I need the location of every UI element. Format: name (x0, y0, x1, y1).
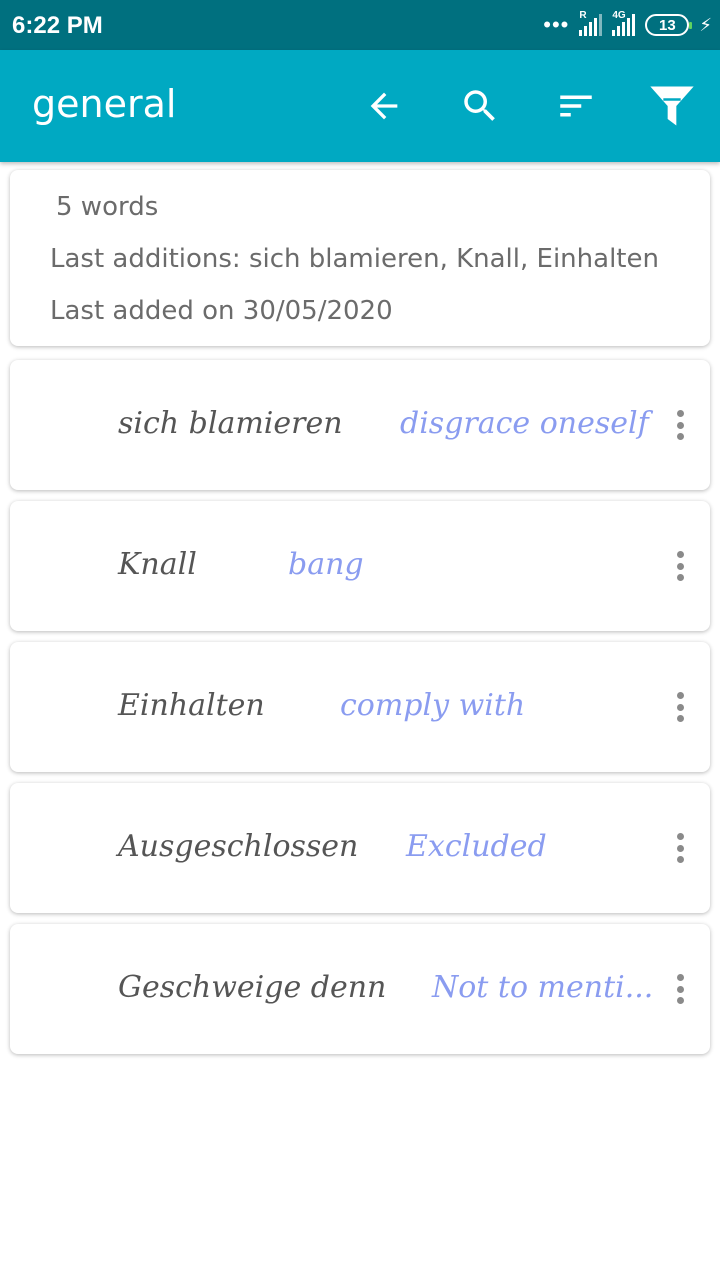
battery-level: 13 (659, 16, 676, 34)
word-card[interactable]: Knall bang (10, 501, 710, 631)
word-translation: disgrace oneself (400, 406, 649, 441)
word-term: Geschweige denn (118, 970, 387, 1005)
more-options-button[interactable] (668, 692, 692, 722)
word-term: Einhalten (118, 688, 265, 723)
battery-icon: 13 (645, 14, 693, 36)
summary-card: 5 words Last additions: sich blamieren, … (10, 170, 710, 346)
word-term: Knall (118, 547, 197, 582)
more-vert-icon (676, 833, 684, 840)
status-bar: 6:22 PM ••• R 4G 13 ⚡ (0, 0, 720, 50)
last-additions: Last additions: sich blamieren, Knall, E… (50, 244, 659, 274)
word-translation: Not to menti... (432, 970, 654, 1005)
last-added-date: Last added on 30/05/2020 (50, 296, 393, 326)
status-indicators: ••• R 4G 13 ⚡ (543, 10, 712, 40)
more-options-button[interactable] (668, 410, 692, 440)
word-term: sich blamieren (118, 406, 343, 441)
charging-bolt-icon: ⚡ (699, 14, 712, 35)
back-arrow-icon (370, 92, 398, 120)
sort-icon (560, 95, 592, 117)
word-translation: bang (288, 547, 364, 582)
signal-strength-icon: R (579, 10, 603, 36)
status-time: 6:22 PM (12, 12, 103, 39)
signal-label-4g: 4G (612, 10, 626, 21)
more-vert-icon (676, 551, 684, 558)
word-translation: Excluded (406, 829, 547, 864)
signal-label-roaming: R (579, 10, 587, 21)
sort-button[interactable] (548, 78, 604, 134)
search-icon (464, 90, 495, 121)
more-options-button[interactable] (668, 833, 692, 863)
filter-icon (650, 86, 694, 126)
more-vert-icon (676, 410, 684, 417)
page-title: general (32, 82, 177, 126)
word-card[interactable]: sich blamieren disgrace oneself (10, 360, 710, 490)
more-options-button[interactable] (668, 974, 692, 1004)
word-card[interactable]: Einhalten comply with (10, 642, 710, 772)
more-options-button[interactable] (668, 551, 692, 581)
word-translation: comply with (340, 688, 526, 723)
more-vert-icon (676, 974, 684, 981)
app-bar: general (0, 50, 720, 162)
word-card[interactable]: Ausgeschlossen Excluded (10, 783, 710, 913)
word-count: 5 words (56, 192, 159, 222)
more-vert-icon (676, 692, 684, 699)
signal-strength-4g-icon: 4G (612, 10, 636, 36)
notification-dots-icon: ••• (543, 12, 570, 37)
back-button[interactable] (356, 78, 412, 134)
word-term: Ausgeschlossen (118, 829, 359, 864)
filter-button[interactable] (644, 78, 700, 134)
search-button[interactable] (452, 78, 508, 134)
word-card[interactable]: Geschweige denn Not to menti... (10, 924, 710, 1054)
